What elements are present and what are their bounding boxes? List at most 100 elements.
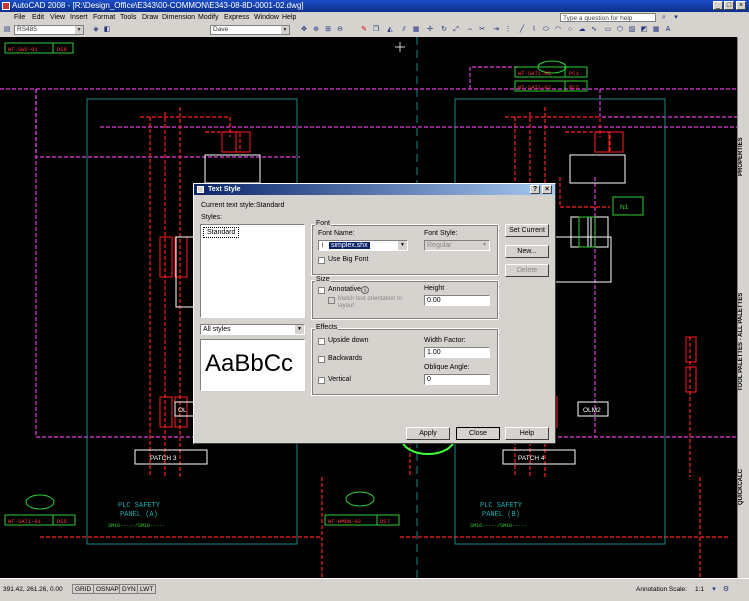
chevron-down-icon[interactable]: ▼ xyxy=(398,241,407,250)
font-group-label: Font xyxy=(315,220,332,227)
delete-style-button[interactable]: Delete xyxy=(505,264,549,277)
preview-box: AaBbCc xyxy=(200,339,305,391)
use-big-font-checkbox[interactable] xyxy=(318,257,325,264)
zoom-previous-icon[interactable]: ⊖ xyxy=(336,26,344,34)
zoom-realtime-icon[interactable]: ⊕ xyxy=(312,26,320,34)
mirror-icon[interactable]: ◭ xyxy=(386,26,394,34)
panel-left-line3: SM16-----/SM18----- xyxy=(108,523,165,529)
tool-palettes-tab[interactable]: TOOL PALETTES - ALL PALETTES xyxy=(738,262,749,422)
style-list-item[interactable]: Standard xyxy=(203,227,240,238)
chevron-down-icon[interactable]: ▼ xyxy=(281,26,289,34)
minimize-button[interactable]: _ xyxy=(713,1,723,10)
zoom-window-icon[interactable]: ⊞ xyxy=(324,26,332,34)
cloud-icon[interactable]: ☁ xyxy=(578,26,586,34)
dyn-toggle[interactable]: DYN xyxy=(119,584,139,594)
polyline-icon[interactable]: ⌇ xyxy=(530,26,538,34)
copy-icon[interactable]: ❐ xyxy=(372,26,380,34)
tray-settings-icon[interactable]: ⚙ xyxy=(722,586,730,594)
close-button[interactable]: Close xyxy=(456,427,500,440)
apply-button[interactable]: Apply xyxy=(406,427,450,440)
annotative-checkbox[interactable] xyxy=(318,287,325,294)
vertical-checkbox[interactable] xyxy=(318,377,325,384)
menu-tools[interactable]: Tools xyxy=(120,12,136,23)
chevron-down-icon[interactable]: ▼ xyxy=(75,26,83,34)
move-icon[interactable]: ✢ xyxy=(426,26,434,34)
help-search-input[interactable]: Type a question for help xyxy=(560,13,656,22)
lwt-toggle[interactable]: LWT xyxy=(137,584,157,594)
match-orientation-checkbox[interactable] xyxy=(328,297,335,304)
hatch-icon[interactable]: ▨ xyxy=(628,26,636,34)
font-style-select[interactable]: Regular ▼ xyxy=(424,240,490,251)
make-current-icon[interactable]: ◈ xyxy=(92,26,100,34)
linetype-combo[interactable]: Dave ▼ xyxy=(210,25,290,35)
menu-window[interactable]: Window xyxy=(254,12,279,23)
spline-icon[interactable]: ∿ xyxy=(590,26,598,34)
backwards-checkbox[interactable] xyxy=(318,356,325,363)
dialog-title-bar[interactable]: Text Style ? × xyxy=(194,184,555,195)
mtext-icon[interactable]: A xyxy=(664,26,672,34)
maximize-button[interactable]: □ xyxy=(724,1,734,10)
rotate-icon[interactable]: ↻ xyxy=(440,26,448,34)
new-style-button[interactable]: New... xyxy=(505,245,549,258)
layer-properties-icon[interactable]: ▤ xyxy=(3,26,11,34)
erase-icon[interactable]: ✎ xyxy=(360,26,368,34)
annotation-scale-value[interactable]: 1:1 xyxy=(695,586,704,593)
autocad-app-icon[interactable] xyxy=(2,2,10,10)
annotation-scale-dropdown-icon[interactable]: ▾ xyxy=(710,586,718,594)
grid-toggle[interactable]: GRID xyxy=(72,584,95,594)
properties-palette-tab[interactable]: PROPERTIES xyxy=(738,117,749,197)
font-name-select[interactable]: ⌇ simplex.shx ▼ xyxy=(318,240,408,251)
dialog-close-button[interactable]: × xyxy=(542,185,552,194)
info-icon[interactable]: i xyxy=(361,286,369,294)
layer-previous-icon[interactable]: ◧ xyxy=(103,26,111,34)
menu-format[interactable]: Format xyxy=(93,12,115,23)
set-current-button[interactable]: Set Current xyxy=(505,224,549,237)
menu-express[interactable]: Express xyxy=(224,12,249,23)
table-icon[interactable]: ▦ xyxy=(652,26,660,34)
help-search-icon[interactable]: ⌕ xyxy=(660,14,668,22)
circle-icon[interactable]: ○ xyxy=(566,26,574,34)
menu-view[interactable]: View xyxy=(50,12,65,23)
layer-combo[interactable]: RS485 ▼ xyxy=(14,25,84,35)
styles-filter-select[interactable]: All styles ▼ xyxy=(200,324,305,335)
stretch-icon[interactable]: ⇔ xyxy=(466,26,474,34)
region-icon[interactable]: ◩ xyxy=(640,26,648,34)
trim-icon[interactable]: ✂ xyxy=(478,26,486,34)
help-button[interactable]: Help xyxy=(505,427,549,440)
oblique-angle-input[interactable]: 0 xyxy=(424,374,490,385)
menu-edit[interactable]: Edit xyxy=(32,12,44,23)
chevron-down-icon[interactable]: ▼ xyxy=(295,325,304,334)
upside-down-checkbox[interactable] xyxy=(318,338,325,345)
ellipse-icon[interactable]: ⬭ xyxy=(542,26,550,34)
chevron-down-icon[interactable]: ▼ xyxy=(480,241,489,250)
polygon-icon[interactable]: ⬡ xyxy=(616,26,624,34)
line-icon[interactable]: ╱ xyxy=(518,26,526,34)
quickcalc-tab[interactable]: QUICKCALC xyxy=(738,457,749,517)
menu-draw[interactable]: Draw xyxy=(142,12,158,23)
menu-modify[interactable]: Modify xyxy=(198,12,219,23)
dialog-help-button[interactable]: ? xyxy=(530,185,540,194)
extend-icon[interactable]: ⇥ xyxy=(492,26,500,34)
break-icon[interactable]: ⋮ xyxy=(504,26,512,34)
menu-help[interactable]: Help xyxy=(282,12,296,23)
rectangle-icon[interactable]: ▭ xyxy=(604,26,612,34)
panel-right-line2: PANEL (B) xyxy=(482,511,520,519)
menu-insert[interactable]: Insert xyxy=(70,12,88,23)
menu-file[interactable]: File xyxy=(14,12,25,23)
pan-icon[interactable]: ✥ xyxy=(300,26,308,34)
close-window-button[interactable]: × xyxy=(736,1,746,10)
help-dropdown-icon[interactable]: ▾ xyxy=(672,14,680,22)
menu-dimension[interactable]: Dimension xyxy=(162,12,195,23)
osnap-toggle[interactable]: OSNAP xyxy=(93,584,122,594)
styles-list[interactable]: Standard xyxy=(200,224,305,318)
height-input[interactable]: 0.00 xyxy=(424,295,490,306)
width-factor-input[interactable]: 1.00 xyxy=(424,347,490,358)
array-icon[interactable]: ▦ xyxy=(412,26,420,34)
arc-icon[interactable]: ◠ xyxy=(554,26,562,34)
match-orientation-label: Match text orientation to layout xyxy=(338,296,403,309)
scale-icon[interactable]: ⤢ xyxy=(452,26,460,34)
styles-label: Styles: xyxy=(201,214,223,221)
current-style-label: Current text style: xyxy=(201,202,256,209)
offset-icon[interactable]: ⫽ xyxy=(400,26,408,34)
patch-left-label: PATCH 3 xyxy=(150,455,177,462)
